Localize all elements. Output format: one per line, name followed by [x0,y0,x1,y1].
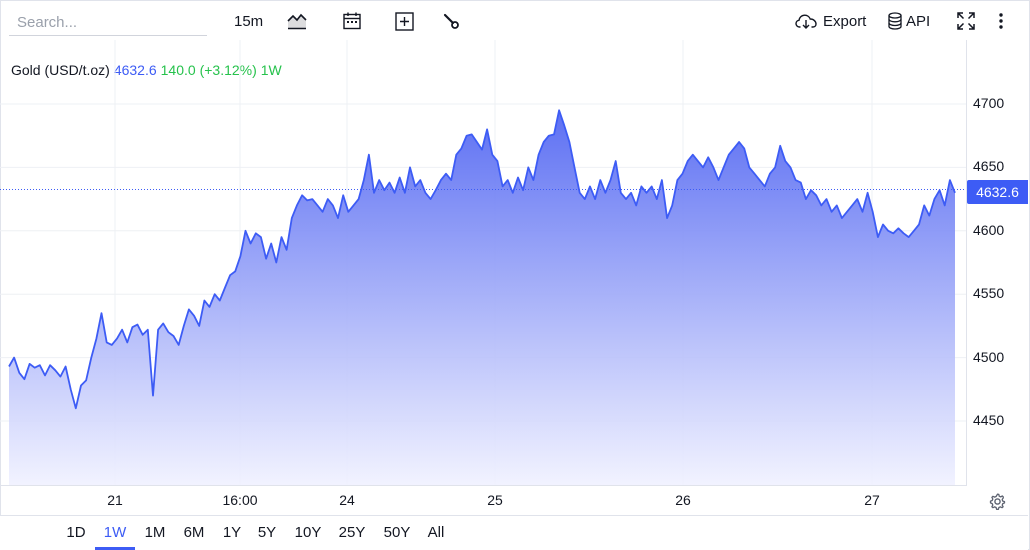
range-6m[interactable]: 6M [184,516,205,549]
plus-square-icon [395,11,414,31]
x-tick-label: 27 [864,492,880,508]
range-10y[interactable]: 10Y [295,516,322,549]
range-all[interactable]: All [428,516,445,549]
range-25y[interactable]: 25Y [339,516,366,549]
more-vertical-icon [999,13,1003,29]
y-tick-label: 4700 [973,95,1005,111]
chart-settings-button[interactable] [442,6,460,36]
export-label: Export [823,12,867,30]
y-tick-label: 4600 [973,221,1005,238]
date-range-button[interactable] [342,6,362,36]
range-50y[interactable]: 50Y [384,516,411,549]
price-area-fill [9,110,955,485]
range-1w[interactable]: 1W [104,516,127,549]
calendar-icon [343,12,361,30]
range-5y[interactable]: 5Y [258,516,276,549]
x-tick-label: 26 [675,492,691,508]
y-tick-label: 4650 [973,158,1005,175]
last-price-tag: 4632.6 [967,180,1028,204]
interval-selector[interactable]: 15m [234,6,263,36]
area-chart-icon [287,13,307,30]
api-button[interactable]: API [888,6,930,36]
range-1d[interactable]: 1D [66,516,85,549]
range-selector-bar: 1D 1W 1M 6M 1Y 5Y 10Y 25Y 50Y All [0,515,1028,550]
x-axis-line [0,485,966,486]
add-indicator-button[interactable] [395,6,414,36]
fullscreen-button[interactable] [957,6,975,36]
chart-type-button[interactable] [287,6,307,36]
range-1y[interactable]: 1Y [223,516,241,549]
wrench-icon [443,13,459,29]
x-tick-label: 25 [487,492,503,508]
chart-options-button[interactable] [989,493,1006,515]
gear-icon [989,493,1006,510]
x-tick-label: 16:00 [222,492,258,508]
export-button[interactable]: Export [795,6,866,36]
database-icon [888,12,902,30]
cloud-download-icon [795,14,817,29]
api-label: API [906,12,931,30]
interval-label: 15m [234,12,264,30]
y-tick-label: 4450 [973,412,1005,428]
x-tick-label: 21 [107,492,123,508]
y-tick-label: 4550 [973,285,1005,302]
search-input[interactable]: Search... [9,9,207,36]
price-area-chart[interactable] [0,40,966,485]
more-menu-button[interactable] [998,6,1004,36]
fullscreen-icon [957,12,975,30]
range-1m[interactable]: 1M [145,516,166,549]
y-tick-label: 4500 [973,348,1005,365]
y-axis-line [966,40,967,486]
x-tick-label: 24 [339,492,355,508]
